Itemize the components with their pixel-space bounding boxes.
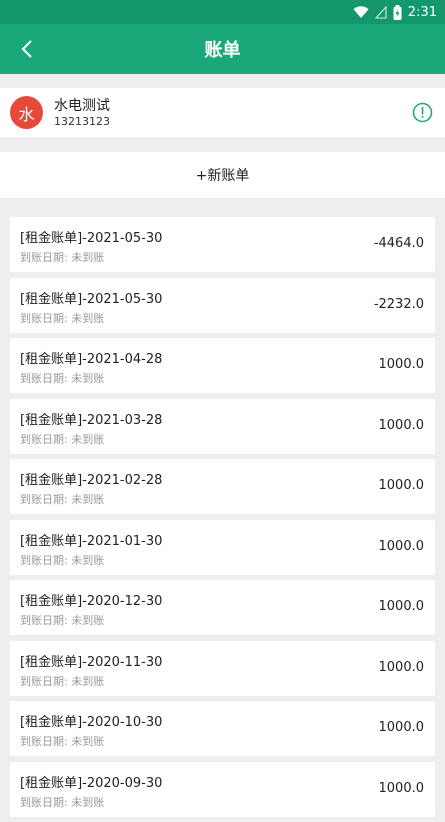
bill-title: [租金账单]-2021-05-30 <box>20 231 163 246</box>
bill-amount: -4464.0 <box>373 236 424 251</box>
bill-arrival-date: 到账日期: 未到账 <box>20 311 105 325</box>
bill-row[interactable]: [租金账单]-2020-11-30 到账日期: 未到账 1000.0 <box>10 640 435 696</box>
bill-amount: 1000.0 <box>378 659 425 675</box>
bill-arrival-date: 到账日期: 未到账 <box>20 432 105 446</box>
bill-arrival-date: 到账日期: 未到账 <box>20 735 105 748</box>
info-circle-icon[interactable] <box>412 102 433 123</box>
bill-row[interactable]: [租金账单]-2020-09-30 到账日期: 未到账 1000.0 <box>10 761 435 817</box>
bill-arrival-date: 到账日期: 未到账 <box>20 614 105 627</box>
bill-list: [租金账单]-2021-05-30 到账日期: 未到账 -4464.0 [租金账单]-… <box>10 217 435 822</box>
bill-title: [租金账单]-2021-01-30 <box>20 533 163 549</box>
bill-title: [租金账单]-2020-12-30 <box>20 594 163 609</box>
status-bar: 2:31 <box>0 0 445 24</box>
app-bar: 账单 <box>0 24 445 74</box>
bill-amount: 1000.0 <box>378 780 425 796</box>
bill-amount: -2232.0 <box>373 296 424 312</box>
bill-arrival-date: 到账日期: 未到账 <box>20 553 105 567</box>
bill-title: [租金账单]-2020-10-30 <box>20 715 163 730</box>
bill-arrival-date: 到账日期: 未到账 <box>20 674 105 688</box>
page-title: 账单 <box>204 40 241 61</box>
bill-title: [租金账单]-2020-11-30 <box>20 654 163 670</box>
bill-row[interactable]: [租金账单]-2021-04-28 到账日期: 未到账 1000.0 <box>10 338 435 393</box>
bill-row[interactable]: [租金账单]-2021-03-28 到账日期: 未到账 1000.0 <box>10 398 435 454</box>
avatar: 水 <box>10 96 43 129</box>
back-arrow-icon[interactable] <box>14 36 40 62</box>
new-bill-button[interactable]: +新账单 <box>0 152 445 198</box>
bill-amount: 1000.0 <box>378 417 425 433</box>
user-phone: 13213123 <box>54 114 110 128</box>
bill-row[interactable]: [租金账单]-2021-01-30 到账日期: 未到账 1000.0 <box>10 519 435 575</box>
bill-title: [租金账单]-2021-04-28 <box>20 352 163 367</box>
signal-icon <box>374 5 387 19</box>
bill-row[interactable]: [租金账单]-2020-10-30 到账日期: 未到账 1000.0 <box>10 701 435 756</box>
status-time: 2:31 <box>407 4 437 20</box>
bill-arrival-date: 到账日期: 未到账 <box>20 795 105 809</box>
bill-row[interactable]: [租金账单]-2021-05-30 到账日期: 未到账 -2232.0 <box>10 277 435 333</box>
bill-title: [租金账单]-2021-05-30 <box>20 291 163 307</box>
bill-arrival-date: 到账日期: 未到账 <box>20 493 105 506</box>
user-name: 水电测试 <box>54 97 110 114</box>
bill-amount: 1000.0 <box>378 478 425 493</box>
bill-amount: 1000.0 <box>378 538 425 554</box>
bill-title: [租金账单]-2021-02-28 <box>20 473 163 488</box>
bill-row[interactable]: [租金账单]-2020-12-30 到账日期: 未到账 1000.0 <box>10 580 435 635</box>
bill-arrival-date: 到账日期: 未到账 <box>20 251 105 264</box>
battery-icon <box>393 4 402 20</box>
bill-title: [租金账单]-2020-09-30 <box>20 775 163 791</box>
bill-amount: 1000.0 <box>378 357 425 372</box>
bill-row[interactable]: [租金账单]-2021-05-30 到账日期: 未到账 -4464.0 <box>10 217 435 272</box>
bill-title: [租金账单]-2021-03-28 <box>20 412 163 428</box>
wifi-icon <box>353 5 369 19</box>
bill-amount: 1000.0 <box>378 720 425 735</box>
bill-row[interactable]: [租金账单]-2021-02-28 到账日期: 未到账 1000.0 <box>10 459 435 514</box>
bill-amount: 1000.0 <box>378 599 425 614</box>
user-card[interactable]: 水 水电测试 13213123 <box>0 88 445 137</box>
bill-arrival-date: 到账日期: 未到账 <box>20 372 105 385</box>
